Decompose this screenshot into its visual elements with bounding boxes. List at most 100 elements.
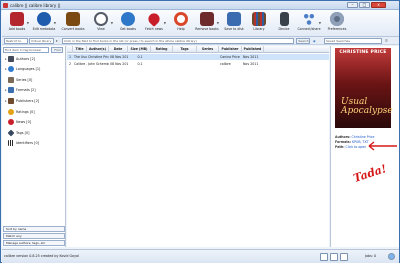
gear-icon [330, 12, 344, 26]
close-button[interactable]: x [371, 2, 386, 8]
book-list: Title Author(s) Date Size (MB) Rating Ta… [67, 46, 329, 247]
column-header-publisher[interactable]: Publisher [219, 46, 242, 53]
tag-find-button[interactable]: Find [51, 47, 63, 53]
help-button[interactable]: Help [168, 11, 194, 36]
tag-find-input[interactable]: Find item in tag browser [3, 47, 49, 53]
cover-author: CHRISTINE PRICE [339, 50, 387, 55]
library-icon [252, 12, 266, 26]
maximize-button[interactable]: □ [359, 2, 370, 8]
annotation-arrow [368, 141, 397, 151]
path-link[interactable]: Click to open [346, 145, 367, 149]
title-bar: calibre || calibre library || – □ x [1, 1, 399, 10]
table-row[interactable]: 2 Calibre ... John Schember 08 Nov 2011 … [67, 61, 329, 67]
dropdown-caret-icon[interactable]: ▼ [111, 21, 113, 25]
authors-icon [8, 56, 14, 62]
column-header-title[interactable]: Title [73, 46, 87, 53]
library-name: calibre library [28, 3, 57, 8]
tag-category-identifiers[interactable]: Identifiers [0] [2, 139, 65, 148]
tag-category-news[interactable]: News [0] [2, 118, 65, 127]
column-header-size[interactable]: Size (MB) [128, 46, 151, 53]
heart-icon [146, 11, 162, 27]
dropdown-caret-icon[interactable]: ▼ [54, 21, 56, 25]
search-button[interactable]: Search [296, 38, 310, 44]
connect-share-button[interactable]: Connect/share ▼ [296, 11, 322, 36]
search-row: Restrict to Virtual library ▾ Click in t… [2, 37, 399, 45]
tag-category-formats[interactable]: ▸ Formats [2] [2, 86, 65, 95]
window-title: calibre [10, 3, 24, 8]
preferences-button[interactable]: Preferences [324, 11, 350, 36]
lifebuoy-icon [174, 12, 188, 26]
column-header-series[interactable]: Series [197, 46, 219, 53]
add-books-icon [10, 12, 24, 26]
add-books-button[interactable]: Add books ▼ [4, 11, 30, 36]
tag-sort-select[interactable]: Sort by name [3, 226, 65, 232]
tag-category-tags[interactable]: Tags [0] [2, 129, 65, 138]
save-to-disk-button[interactable]: Save to disk [221, 11, 247, 36]
saved-search-options-icon[interactable]: ☰ [385, 38, 388, 44]
search-help-icon[interactable]: ▾ [56, 38, 58, 44]
virtual-library-select[interactable]: Virtual library [29, 38, 54, 44]
info-icon [37, 12, 51, 26]
get-books-button[interactable]: Get books [115, 11, 141, 36]
main-toolbar: Add books ▼ Edit metadata ▼ Convert book… [2, 10, 399, 37]
jobs-spinner-icon [388, 253, 395, 260]
connect-icon [302, 12, 316, 26]
tag-category-ratings[interactable]: Ratings [0] [2, 108, 65, 117]
layout-cover-icon[interactable] [320, 253, 328, 261]
details-path: Path: Click to open [335, 145, 367, 149]
tag-category-languages[interactable]: ▸ Languages [1] [2, 65, 65, 74]
globe-icon [121, 12, 135, 26]
calibre-app-icon [3, 3, 8, 8]
fetch-news-button[interactable]: Fetch news ▼ [141, 11, 167, 36]
manage-tags-button[interactable]: Manage authors, tags, etc [3, 240, 65, 246]
tag-category-series[interactable]: Series [0] [2, 76, 65, 85]
news-icon [8, 119, 14, 125]
search-input[interactable]: Click in the field to find books in the … [62, 38, 294, 44]
column-header-authors[interactable]: Author(s) [87, 46, 109, 53]
book-list-header: Title Author(s) Date Size (MB) Rating Ta… [67, 46, 329, 53]
dropdown-caret-icon[interactable]: ▼ [217, 21, 219, 25]
formats-icon [8, 87, 14, 93]
calibre-window: calibre || calibre library || – □ x Add … [0, 0, 400, 263]
saved-search-icon[interactable]: ◉ [313, 38, 316, 44]
convert-books-button[interactable]: Convert books [60, 11, 86, 36]
tag-category-authors[interactable]: ▸ Authors [2] [2, 55, 65, 64]
publishers-icon [8, 98, 14, 104]
book-cover[interactable]: CHRISTINE PRICE Usual Apocalypse [335, 48, 393, 128]
tag-category-publishers[interactable]: ▸ Publishers [2] [2, 97, 65, 106]
saved-searches-select[interactable]: Saved Searches [324, 38, 382, 44]
column-header-rating[interactable]: Rating [151, 46, 173, 53]
device-button[interactable]: Device [271, 11, 297, 36]
dropdown-caret-icon[interactable]: ▼ [164, 21, 166, 25]
library-button[interactable]: Library [246, 11, 272, 36]
tag-find-row: Find item in tag browser Find [3, 47, 65, 53]
column-header-tags[interactable]: Tags [173, 46, 197, 53]
table-row[interactable]: 1 The Usu... Christine Price 08 Nov 2011… [67, 54, 329, 60]
dropdown-caret-icon[interactable]: ▼ [319, 21, 321, 25]
minimize-button[interactable]: – [347, 2, 358, 8]
languages-icon [8, 66, 14, 72]
tag-match-select[interactable]: Match any [3, 233, 65, 239]
view-button[interactable]: View ▼ [88, 11, 114, 36]
tags-icon [7, 129, 15, 137]
column-header-date[interactable]: Date [109, 46, 128, 53]
edit-metadata-button[interactable]: Edit metadata ▼ [31, 11, 57, 36]
status-text: calibre version 0.8.25 created by Kovid … [4, 254, 79, 258]
tag-browser: Find item in tag browser Find ▸ Authors [… [2, 46, 66, 247]
convert-icon [66, 12, 80, 26]
remove-icon [200, 12, 214, 26]
dropdown-caret-icon[interactable]: ▼ [27, 21, 29, 25]
save-icon [227, 12, 241, 26]
remove-books-button[interactable]: Remove books ▼ [194, 11, 220, 36]
device-icon [279, 12, 289, 26]
cover-title: Usual Apocalypse [341, 97, 393, 116]
ratings-icon [8, 109, 14, 115]
series-icon [8, 77, 14, 83]
identifiers-icon [8, 140, 14, 146]
layout-details-icon[interactable] [340, 253, 348, 261]
column-header-published[interactable]: Published [242, 46, 264, 53]
layout-grid-icon[interactable] [330, 253, 338, 261]
restrict-to-select[interactable]: Restrict to [4, 38, 28, 44]
jobs-indicator[interactable]: Jobs: 0 [365, 254, 376, 258]
status-bar: calibre version 0.8.25 created by Kovid … [2, 249, 399, 263]
